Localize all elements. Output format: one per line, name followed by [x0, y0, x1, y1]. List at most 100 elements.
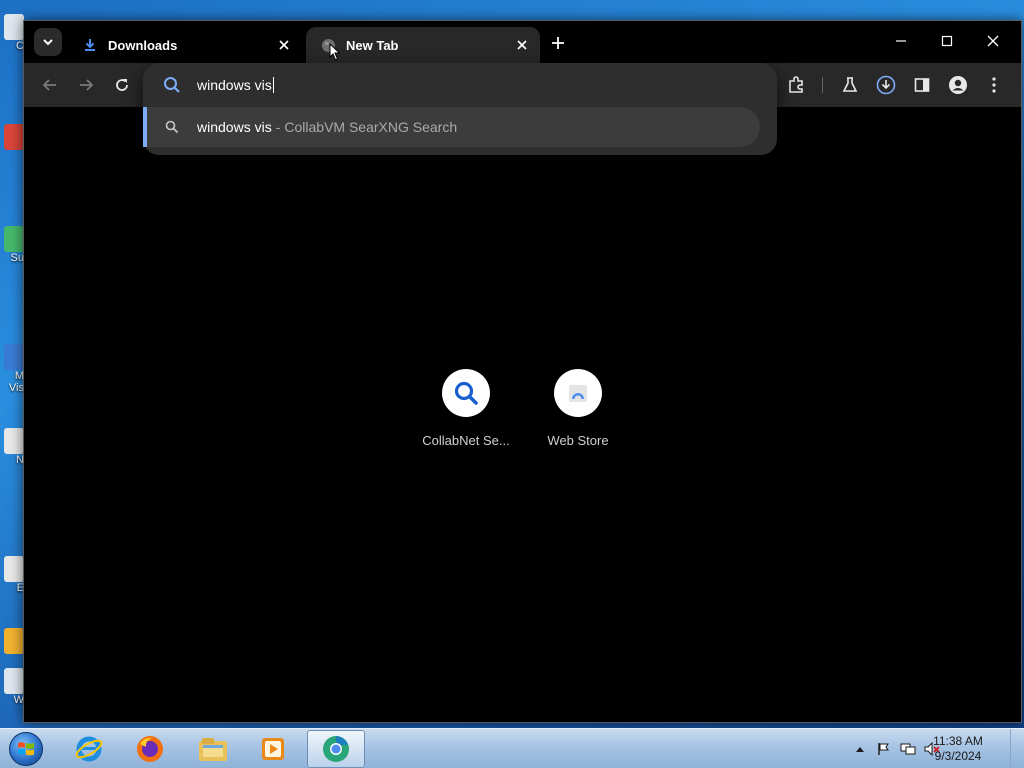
- maximize-icon: [941, 35, 953, 47]
- desktop-icon-glyph: [4, 124, 24, 150]
- search-icon: [164, 77, 180, 93]
- desktop-icon-glyph: [4, 428, 24, 454]
- shortcut-collabnet-search[interactable]: CollabNet Se...: [410, 369, 522, 448]
- tab-search-button[interactable]: [34, 28, 62, 56]
- shortcut-web-store[interactable]: Web Store: [522, 369, 634, 448]
- network-button[interactable]: [900, 741, 916, 757]
- shortcut-tile: [554, 369, 602, 417]
- desktop-icon-label: N: [16, 454, 24, 466]
- shortcut-label: Web Store: [547, 433, 609, 448]
- desktop-icon-glyph: [4, 556, 24, 582]
- desktop-icon-4[interactable]: M Vis: [0, 344, 24, 394]
- desktop-icon-label: Su: [10, 252, 24, 264]
- mouse-cursor-icon: [329, 43, 341, 61]
- action-center-button[interactable]: [876, 741, 892, 757]
- clock[interactable]: 11:38 AM 9/3/2024: [922, 734, 994, 764]
- desktop-icon-7[interactable]: [0, 628, 24, 654]
- suggestion-separator: -: [275, 119, 281, 135]
- network-icon: [900, 743, 916, 755]
- forward-button[interactable]: [72, 71, 100, 99]
- close-icon: [987, 35, 999, 47]
- omnibox-suggestion[interactable]: windows vis - CollabVM SearXNG Search: [143, 107, 760, 147]
- tab-downloads[interactable]: Downloads: [68, 27, 302, 63]
- suggestion-query: windows vis: [197, 119, 272, 135]
- desktop-icon-5[interactable]: N: [0, 428, 24, 466]
- tab-title: Downloads: [108, 37, 178, 53]
- plus-icon: [552, 37, 564, 49]
- search-icon: [454, 381, 478, 405]
- internet-explorer-icon: [75, 736, 103, 762]
- desktop-icon-label: C: [16, 40, 24, 52]
- desktop-icon-label: E: [16, 582, 24, 594]
- taskbar-media-player[interactable]: [244, 730, 302, 768]
- desktop-icon-label: M Vis: [8, 370, 24, 394]
- new-tab-button[interactable]: [546, 31, 570, 55]
- close-icon[interactable]: [514, 37, 530, 53]
- desktop-icon-label: W: [13, 694, 24, 706]
- shortcut-tile: [442, 369, 490, 417]
- desktop-icon-glyph: [4, 14, 24, 40]
- arrow-right-icon: [80, 79, 94, 91]
- browser-window: Downloads New Tab windows vis windows vi…: [23, 20, 1022, 723]
- start-button[interactable]: [6, 730, 46, 768]
- puzzle-icon: [789, 76, 803, 93]
- show-desktop-button[interactable]: [1010, 729, 1024, 768]
- profile-icon: [949, 76, 967, 94]
- web-store-icon: [569, 385, 587, 402]
- search-icon: [165, 120, 179, 134]
- close-window-button[interactable]: [970, 21, 1016, 61]
- arrow-left-icon: [42, 79, 56, 91]
- side-panel-button[interactable]: [908, 71, 936, 99]
- taskbar: 11:38 AM 9/3/2024: [0, 728, 1024, 768]
- show-hidden-icons-button[interactable]: [852, 741, 868, 757]
- close-icon[interactable]: [276, 37, 292, 53]
- tab-new-tab[interactable]: New Tab: [306, 27, 540, 63]
- chevron-down-icon: [43, 39, 53, 46]
- omnibox-input[interactable]: windows vis: [197, 77, 737, 93]
- minimize-button[interactable]: [878, 21, 924, 61]
- desktop-icon-2[interactable]: [0, 124, 24, 150]
- menu-button[interactable]: [980, 71, 1008, 99]
- clock-time: 11:38 AM: [933, 734, 983, 748]
- tab-strip: Downloads New Tab: [24, 21, 1021, 63]
- omnibox-text: windows vis: [197, 77, 272, 93]
- side-panel-icon: [914, 78, 930, 92]
- omnibox-row: windows vis: [143, 63, 777, 107]
- reload-button[interactable]: [108, 71, 136, 99]
- reload-icon: [116, 79, 128, 91]
- taskbar-file-explorer[interactable]: [184, 730, 242, 768]
- taskbar-chromium[interactable]: [307, 730, 365, 768]
- extensions-button[interactable]: [782, 71, 810, 99]
- desktop-icon-glyph: [4, 226, 24, 252]
- desktop-icon-glyph: [4, 344, 24, 370]
- desktop-icon-6[interactable]: E: [0, 556, 24, 594]
- profile-button[interactable]: [944, 71, 972, 99]
- suggestion-source: CollabVM SearXNG Search: [284, 119, 458, 135]
- file-explorer-icon: [199, 738, 227, 761]
- windows-logo-icon: [9, 732, 43, 766]
- downloads-button[interactable]: [872, 71, 900, 99]
- flask-icon: [842, 77, 858, 92]
- desktop-icon-8[interactable]: W: [0, 668, 24, 706]
- omnibox-dropdown: windows vis windows vis - CollabVM SearX…: [143, 63, 777, 155]
- download-icon: [876, 75, 896, 95]
- desktop-icon-3[interactable]: Su: [0, 226, 24, 264]
- shortcut-label: CollabNet Se...: [422, 433, 510, 448]
- taskbar-internet-explorer[interactable]: [60, 730, 118, 768]
- chromium-icon: [323, 736, 349, 762]
- desktop-icon-glyph: [4, 668, 24, 694]
- desktop-icon-glyph: [4, 628, 24, 654]
- desktop-icon-1[interactable]: C: [0, 14, 24, 52]
- taskbar-firefox[interactable]: [121, 730, 179, 768]
- labs-button[interactable]: [836, 71, 864, 99]
- back-button[interactable]: [36, 71, 64, 99]
- maximize-button[interactable]: [924, 21, 970, 61]
- clock-date: 9/3/2024: [934, 749, 982, 763]
- chevron-up-icon: [856, 747, 864, 752]
- tab-title: New Tab: [346, 37, 399, 53]
- text-caret: [272, 77, 274, 93]
- media-player-icon: [262, 738, 284, 760]
- toolbar-separator: [822, 77, 823, 93]
- minimize-icon: [896, 40, 906, 42]
- download-icon: [82, 37, 98, 53]
